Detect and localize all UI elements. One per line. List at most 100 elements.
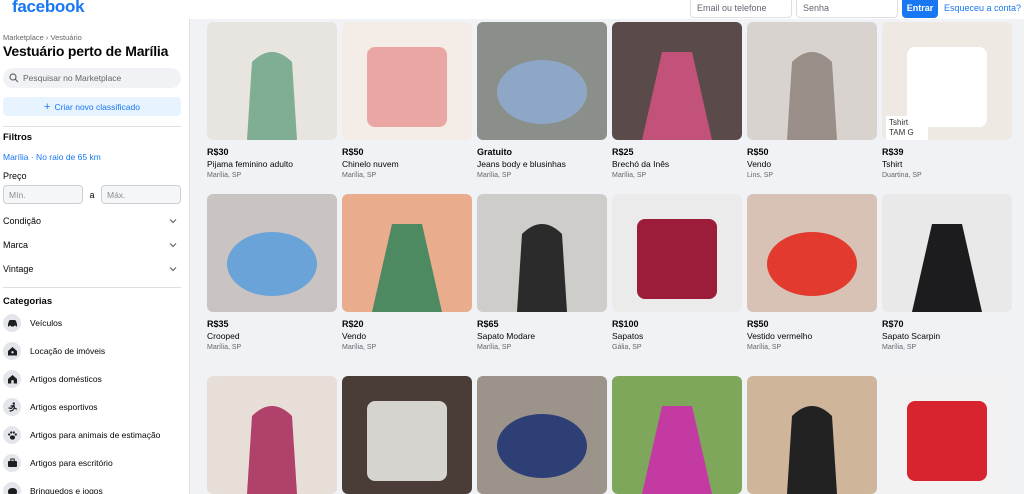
category-vehicles[interactable]: Veículos	[3, 309, 181, 337]
listing-card[interactable]	[207, 376, 337, 494]
listing-card[interactable]: R$35 Crooped Marília, SP	[207, 194, 337, 351]
category-sports[interactable]: Artigos esportivos	[3, 393, 181, 421]
paw-icon	[3, 426, 21, 444]
category-label: Brinquedos e jogos	[30, 486, 103, 494]
listing-title: Vendo	[747, 159, 772, 169]
listing-location: Marília, SP	[477, 172, 512, 179]
search-icon	[9, 73, 19, 83]
filter-condition[interactable]: Condição	[3, 209, 177, 233]
listing-price: R$50	[747, 319, 769, 329]
listing-image[interactable]	[207, 376, 337, 494]
listing-price: R$50	[747, 147, 769, 157]
listing-card[interactable]: R$100 Sapatos Gália, SP	[612, 194, 742, 351]
category-label: Artigos domésticos	[30, 374, 102, 384]
listing-card[interactable]: Gratuito Jeans body e blusinhas Marília, S…	[477, 22, 607, 179]
listing-title: Brechó da Inês	[612, 159, 670, 169]
listing-card[interactable]: R$50 Chinelo nuvem Marília, SP	[342, 22, 472, 179]
category-pets[interactable]: Artigos para animais de estimação	[3, 421, 181, 449]
listing-price: Gratuito	[477, 147, 512, 157]
listing-card[interactable]: R$50 Vestido vermelho Marília, SP	[747, 194, 877, 351]
listing-location: Marília, SP	[882, 344, 917, 351]
listing-image[interactable]: Tshirt TAM G	[882, 22, 1012, 140]
login-button[interactable]: Entrar	[902, 0, 938, 18]
filter-brand[interactable]: Marca	[3, 233, 177, 257]
listing-card[interactable]: R$70 Sapato Scarpin Marília, SP	[882, 194, 1012, 351]
price-separator: a	[89, 189, 95, 200]
forgot-account-link[interactable]: Esqueceu a conta?	[944, 3, 1021, 13]
listing-image[interactable]	[747, 194, 877, 312]
listing-title: Pijama feminino adulto	[207, 159, 293, 169]
listing-image[interactable]	[612, 376, 742, 494]
listing-image[interactable]	[747, 376, 877, 494]
listing-card[interactable]	[612, 376, 742, 494]
listing-card[interactable]: R$30 Pijama feminino adulto Marília, SP	[207, 22, 337, 179]
image-overlay-text: Tshirt TAM G	[886, 116, 928, 140]
listing-location: Marília, SP	[342, 344, 377, 351]
category-label: Veículos	[30, 318, 63, 328]
listing-image[interactable]	[882, 376, 1012, 494]
listing-card[interactable]	[882, 376, 1012, 494]
listing-image[interactable]	[207, 22, 337, 140]
filter-label: Vintage	[3, 264, 34, 274]
divider	[3, 287, 181, 288]
listing-card[interactable]: Tshirt TAM G R$39 Tshirt Duartina, SP	[882, 22, 1012, 179]
listing-title: Tshirt	[882, 159, 903, 169]
category-label: Artigos esportivos	[30, 402, 98, 412]
listing-image[interactable]	[477, 22, 607, 140]
category-toys[interactable]: Brinquedos e jogos	[3, 477, 181, 494]
listing-image[interactable]	[342, 22, 472, 140]
email-field[interactable]: Email ou telefone	[690, 0, 792, 18]
listing-card[interactable]	[342, 376, 472, 494]
search-placeholder: Pesquisar no Marketplace	[23, 73, 122, 83]
listing-image[interactable]	[747, 22, 877, 140]
listing-price: R$39	[882, 147, 904, 157]
car-icon	[3, 314, 21, 332]
house-key-icon	[3, 342, 21, 360]
breadcrumb[interactable]: Marketplace › Vestuário	[3, 33, 181, 42]
listing-location: Marília, SP	[477, 344, 512, 351]
listing-price: R$65	[477, 319, 499, 329]
listing-image[interactable]	[207, 194, 337, 312]
search-input[interactable]: Pesquisar no Marketplace	[3, 68, 181, 88]
create-listing-button[interactable]: + Criar novo classificado	[3, 97, 181, 116]
briefcase-icon	[3, 454, 21, 472]
listing-price: R$100	[612, 319, 639, 329]
categories-heading: Categorias	[3, 296, 53, 307]
facebook-logo[interactable]: facebook	[12, 0, 85, 17]
listing-card[interactable]: R$65 Sapato Modare Marília, SP	[477, 194, 607, 351]
location-filter-link[interactable]: Marília · No raio de 65 km	[3, 152, 181, 162]
listing-title: Sapatos	[612, 331, 644, 341]
create-listing-label: Criar novo classificado	[54, 101, 140, 112]
listing-image[interactable]	[477, 194, 607, 312]
listing-price: R$35	[207, 319, 229, 329]
listing-title: Sapato Modare	[477, 331, 536, 341]
listing-card[interactable]: R$25 Brechó da Inês Marília, SP	[612, 22, 742, 179]
filter-vintage[interactable]: Vintage	[3, 257, 177, 281]
listing-location: Marília, SP	[207, 172, 242, 179]
listing-image[interactable]	[612, 22, 742, 140]
price-min-input[interactable]: Mín.	[3, 185, 83, 204]
listing-image[interactable]	[342, 376, 472, 494]
category-home-goods[interactable]: Artigos domésticos	[3, 365, 181, 393]
listing-card[interactable]: R$50 Vendo Lins, SP	[747, 22, 877, 179]
listing-image[interactable]	[612, 194, 742, 312]
chevron-down-icon	[169, 267, 177, 272]
listing-image[interactable]	[882, 194, 1012, 312]
category-office[interactable]: Artigos para escritório	[3, 449, 181, 477]
listing-card[interactable]	[477, 376, 607, 494]
listing-card[interactable]	[747, 376, 877, 494]
listing-image[interactable]	[342, 194, 472, 312]
divider	[3, 126, 181, 127]
listing-card[interactable]: R$20 Vendo Marília, SP	[342, 194, 472, 351]
price-max-input[interactable]: Máx.	[101, 185, 181, 204]
listing-price: R$20	[342, 319, 364, 329]
listing-location: Duartina, SP	[882, 172, 922, 179]
category-rentals[interactable]: Locação de imóveis	[3, 337, 181, 365]
filter-label: Condição	[3, 216, 42, 226]
password-field[interactable]: Senha	[796, 0, 898, 18]
listing-image[interactable]	[477, 376, 607, 494]
listing-price: R$30	[207, 147, 229, 157]
price-range: Mín. a Máx.	[3, 185, 181, 204]
sidebar: Marketplace › Vestuário Vestuário perto …	[0, 0, 190, 494]
listing-title: Jeans body e blusinhas	[477, 159, 566, 169]
